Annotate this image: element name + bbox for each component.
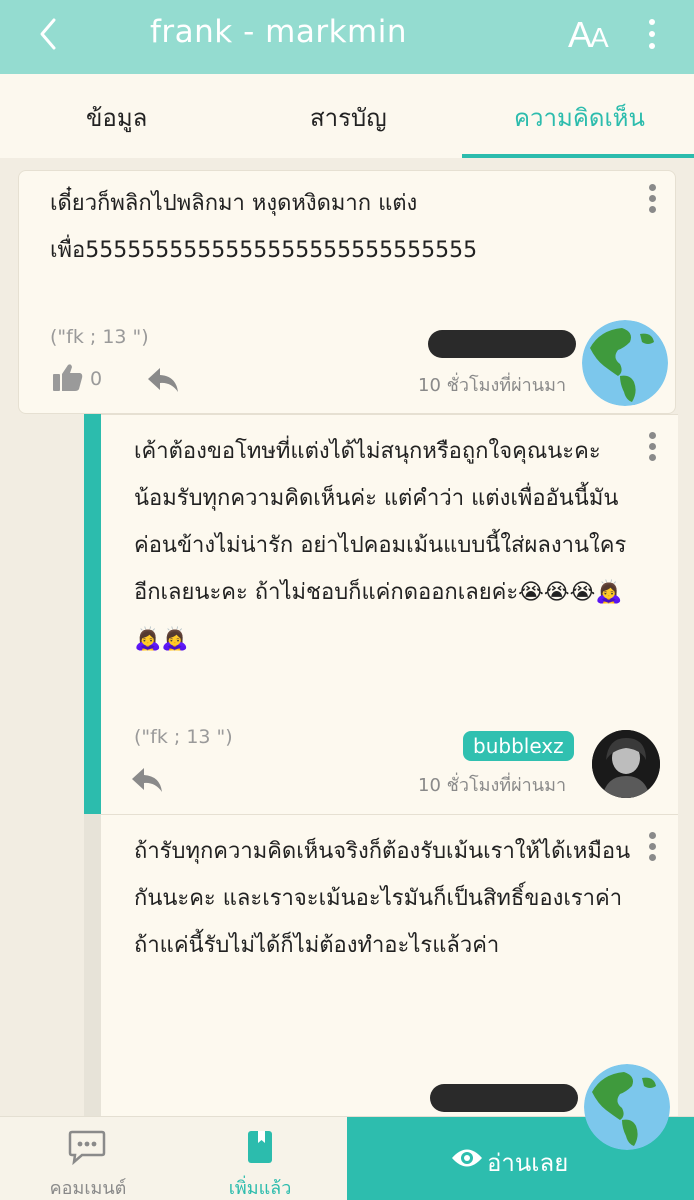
comment-time: 10 ชั่วโมงที่ผ่านมา — [418, 775, 567, 796]
tab-bar: ข้อมูล สารบัญ ความคิดเห็น — [0, 74, 694, 158]
eye-icon — [452, 1149, 482, 1167]
comment-text: เดี๋ยวก็พลิกไปพลิกมา หงุดหงิดมาก แต่งเพื… — [50, 191, 478, 263]
comment-menu-icon[interactable] — [645, 184, 659, 214]
comment-text: ถ้ารับทุกความคิดเห็นจริงก็ต้องรับเม้นเรา… — [134, 839, 631, 958]
thumbs-up-icon[interactable] — [52, 362, 84, 392]
redacted-username — [430, 1084, 578, 1112]
tab-info[interactable]: ข้อมูล — [86, 98, 147, 137]
read-now-label: อ่านเลย — [487, 1149, 569, 1177]
globe-avatar[interactable] — [584, 1064, 670, 1150]
vertical-dots-icon[interactable] — [640, 16, 664, 56]
active-tab-indicator — [462, 154, 694, 158]
font-size-button[interactable]: AA — [568, 14, 609, 56]
redacted-username — [428, 330, 576, 358]
username-badge[interactable]: bubblexz — [463, 731, 574, 761]
page-title: frank - markmin — [150, 14, 407, 50]
comment-meta: ("fk ; 13 ") — [50, 326, 149, 348]
reply-icon[interactable] — [130, 766, 164, 794]
comment-bubble-icon — [68, 1130, 106, 1165]
comment-button-label: คอมเมนต์ — [49, 1178, 127, 1199]
chevron-left-icon[interactable] — [30, 14, 70, 54]
tab-comments[interactable]: ความคิดเห็น — [514, 98, 645, 137]
book-icon — [248, 1131, 272, 1163]
photo-avatar[interactable] — [592, 730, 660, 798]
saved-button-label: เพิ่มแล้ว — [228, 1178, 292, 1199]
comment-menu-icon[interactable] — [645, 432, 659, 462]
reply-indicator — [84, 814, 101, 1124]
comment-text: เค้าต้องขอโทษที่แต่งได้ไม่สนุกหรือถูกใจค… — [134, 439, 627, 652]
comment-button[interactable]: คอมเมนต์ — [30, 1129, 146, 1199]
reply-icon[interactable] — [146, 366, 180, 394]
app-header: frank - markmin AA — [0, 0, 694, 74]
comment-meta: ("fk ; 13 ") — [134, 726, 233, 748]
comment-time: 10 ชั่วโมงที่ผ่านมา — [418, 375, 567, 396]
like-count: 0 — [90, 368, 103, 390]
saved-button[interactable]: เพิ่มแล้ว — [210, 1129, 310, 1199]
author-reply-indicator — [84, 414, 101, 814]
globe-avatar[interactable] — [582, 320, 668, 406]
comment-menu-icon[interactable] — [645, 832, 659, 862]
tab-toc[interactable]: สารบัญ — [310, 98, 387, 137]
